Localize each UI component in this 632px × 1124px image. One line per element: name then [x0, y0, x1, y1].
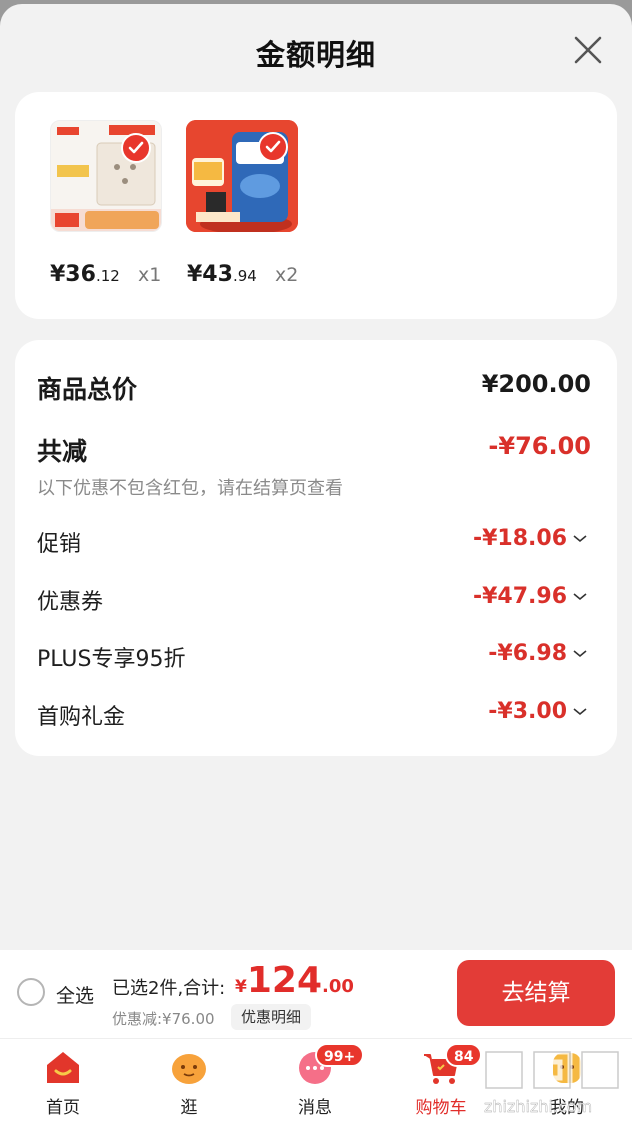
sheet-title: 金额明细 — [255, 38, 376, 72]
checkout-button[interactable]: 去结算 — [457, 960, 615, 1026]
discount-amount: -¥3.00 — [488, 699, 567, 724]
tab-home[interactable]: 首页 — [13, 1039, 113, 1124]
checkout-bar: 全选 已选2件,合计: ¥124.00 优惠减:¥76.00 优惠明细 去结算 — [0, 950, 632, 1038]
selected-check-icon — [258, 132, 288, 162]
total-reduce-row: 共减 -¥76.00 — [37, 432, 591, 468]
price-decimal: .12 — [95, 267, 120, 285]
product-thumbnail-2[interactable] — [186, 120, 298, 232]
discount-detail-button[interactable]: 优惠明细 — [231, 1004, 312, 1030]
products-card: ¥36.12 x1 ¥43.94 x2 — [15, 92, 617, 319]
price-integer: ¥36 — [50, 262, 96, 287]
home-icon — [47, 1052, 79, 1083]
tab-label: 首页 — [46, 1098, 80, 1118]
message-badge: 99+ — [315, 1043, 365, 1067]
total-reduce-label: 共减 — [37, 437, 88, 466]
discount-value: -¥47.96 — [473, 584, 587, 609]
svg-text:zhizhizhi.com: zhizhizhi.com — [484, 1097, 592, 1116]
chevron-down-icon — [573, 535, 587, 543]
discount-value: -¥6.98 — [488, 641, 587, 666]
total-price-value: ¥200.00 — [481, 370, 591, 398]
product-thumbnail-1[interactable] — [50, 120, 162, 232]
discount-note: 以下优惠不包含红包，请在结算页查看 — [37, 474, 591, 500]
selected-check-icon — [121, 133, 151, 163]
chevron-down-icon — [573, 650, 587, 658]
product-price-1: ¥36.12 — [50, 262, 120, 287]
tab-label: 消息 — [298, 1098, 332, 1118]
tab-browse[interactable]: 逛 — [139, 1039, 239, 1124]
browse-icon — [172, 1054, 206, 1084]
cart-badge: 84 — [445, 1043, 483, 1067]
discount-label: 首购礼金 — [37, 705, 126, 730]
discount-amount: -¥18.06 — [472, 526, 567, 551]
chevron-down-icon — [573, 708, 587, 716]
discount-label: PLUS专享95折 — [37, 647, 186, 672]
watermark-logo: zhizhizhi.com — [483, 1049, 621, 1116]
discount-value: -¥3.00 — [488, 699, 587, 724]
product-qty-2: x2 — [275, 264, 299, 286]
price-details-card: 商品总价 ¥200.00 共减 -¥76.00 以下优惠不包含红包，请在结算页查… — [15, 340, 617, 756]
total-integer: 124 — [246, 960, 322, 1001]
discount-summary: 优惠减:¥76.00 — [112, 1010, 215, 1028]
discount-row-promotion[interactable]: 促销 -¥18.06 — [37, 526, 591, 558]
select-all-radio[interactable] — [17, 978, 45, 1006]
product-price-2: ¥43.94 — [187, 262, 257, 287]
chevron-down-icon — [573, 593, 587, 601]
selection-summary: 已选2件,合计: — [112, 978, 226, 999]
total-price-row: 商品总价 ¥200.00 — [37, 370, 591, 406]
discount-note-text: 以下优惠不包含红包，请在结算页查看 — [37, 478, 343, 499]
price-decimal: .94 — [232, 267, 257, 285]
price-integer: ¥43 — [187, 262, 233, 287]
total-reduce-value: -¥76.00 — [488, 432, 591, 460]
total-price-label: 商品总价 — [37, 375, 138, 404]
tab-cart[interactable]: 84 购物车 — [391, 1039, 491, 1124]
total-amount: ¥124.00 — [235, 960, 354, 1001]
close-icon[interactable] — [570, 32, 606, 68]
discount-amount: -¥6.98 — [488, 641, 567, 666]
tab-label: 逛 — [180, 1098, 198, 1118]
amount-detail-sheet: 金额明细 ¥36.12 x1 ¥43.94 x2 商品总价 ¥200.00 共减… — [0, 4, 632, 950]
discount-row-coupon[interactable]: 优惠券 -¥47.96 — [37, 584, 591, 616]
discount-label: 优惠券 — [37, 590, 104, 615]
product-qty-1: x1 — [138, 264, 162, 286]
discount-value: -¥18.06 — [473, 526, 587, 551]
discount-label: 促销 — [37, 532, 82, 557]
select-all-label[interactable]: 全选 — [56, 981, 94, 1008]
tab-label: 购物车 — [415, 1098, 467, 1118]
discount-row-plus[interactable]: PLUS专享95折 -¥6.98 — [37, 641, 591, 673]
discount-row-first-purchase[interactable]: 首购礼金 -¥3.00 — [37, 699, 591, 731]
discount-amount: -¥47.96 — [472, 584, 567, 609]
tab-messages[interactable]: 99+ 消息 — [265, 1039, 365, 1124]
total-decimal: .00 — [322, 976, 354, 997]
currency-symbol: ¥ — [235, 977, 247, 997]
